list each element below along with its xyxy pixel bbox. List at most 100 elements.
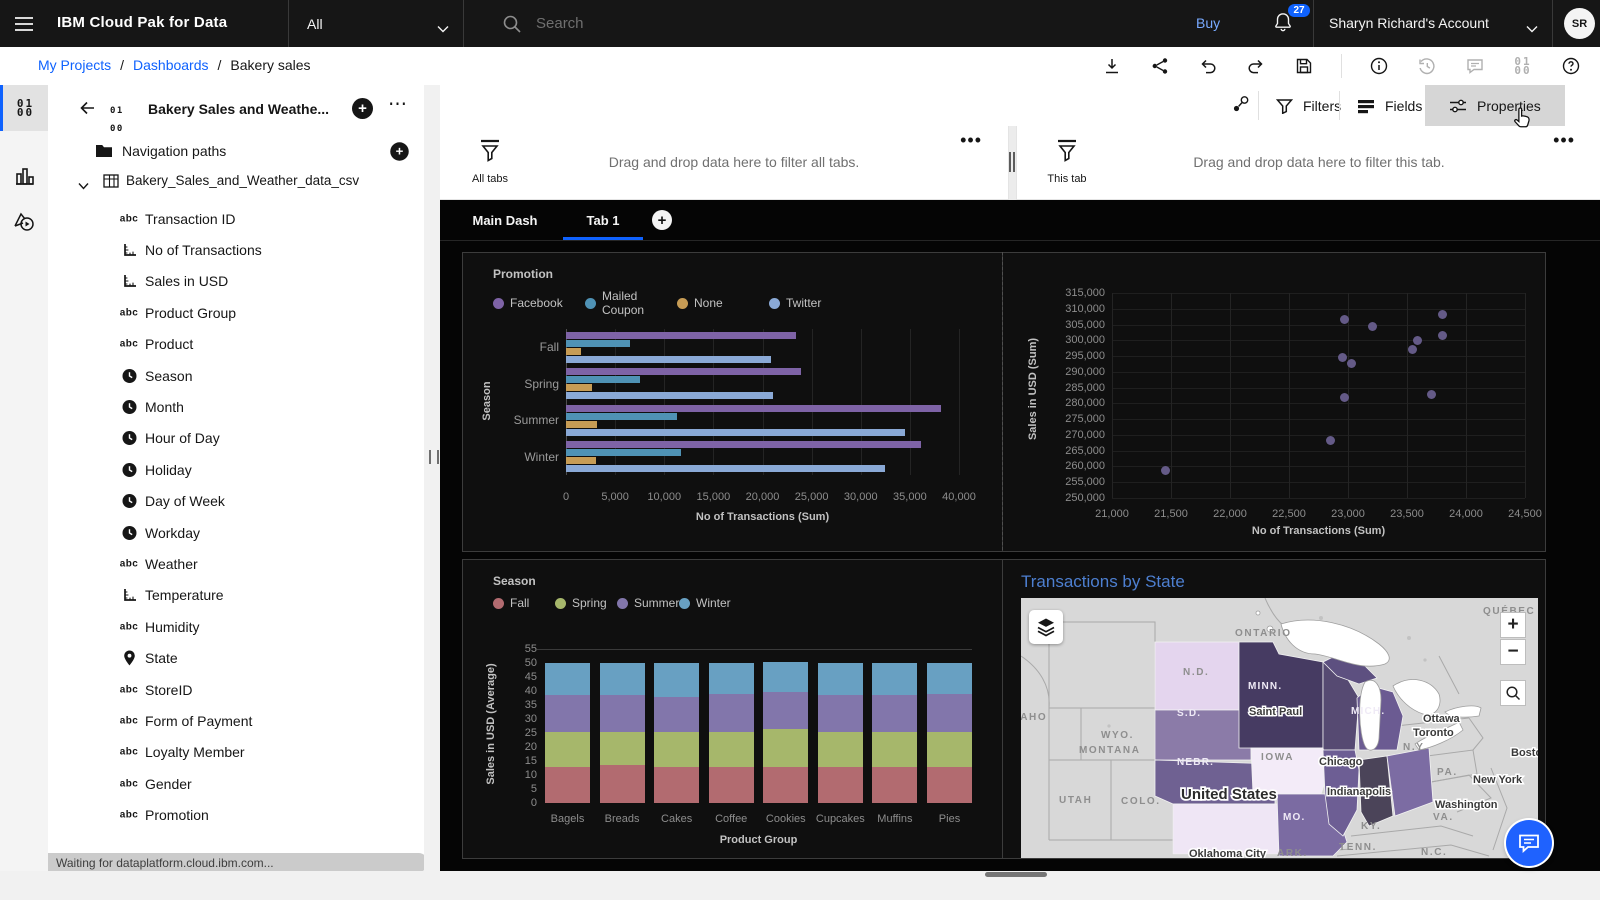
field-row-state[interactable]: State: [48, 642, 424, 673]
field-row-season[interactable]: Season: [48, 360, 424, 391]
information-button[interactable]: [1368, 55, 1390, 77]
add-data-source-button[interactable]: +: [352, 98, 373, 119]
field-row-workday[interactable]: Workday: [48, 517, 424, 548]
field-row-product[interactable]: abcProduct: [48, 329, 424, 360]
segment-summer[interactable]: [709, 694, 754, 732]
segment-summer[interactable]: [545, 695, 590, 731]
field-row-product-group[interactable]: abcProduct Group: [48, 297, 424, 328]
segment-winter[interactable]: [763, 662, 808, 693]
field-row-loyalty-member[interactable]: abcLoyalty Member: [48, 737, 424, 768]
bar-none-fall[interactable]: [566, 348, 581, 355]
segment-spring[interactable]: [654, 732, 699, 767]
bar-mailed-coupon-fall[interactable]: [566, 340, 630, 347]
search-scope-select[interactable]: All: [288, 0, 464, 47]
table-row[interactable]: Bakery_Sales_and_Weather_data_csv: [48, 169, 424, 195]
history-button[interactable]: [1416, 55, 1438, 77]
chat-fab-button[interactable]: [1506, 820, 1552, 866]
scatter-point[interactable]: [1427, 390, 1436, 399]
legend-item-twitter[interactable]: Twitter: [769, 289, 861, 317]
segment-spring[interactable]: [709, 732, 754, 767]
filters-button[interactable]: Filters: [1276, 85, 1341, 126]
stacked-column-muffins[interactable]: [872, 649, 917, 803]
bar-twitter-spring[interactable]: [566, 392, 773, 399]
account-menu[interactable]: Sharyn Richard's Account: [1329, 15, 1489, 31]
segment-winter[interactable]: [872, 663, 917, 695]
back-button[interactable]: [78, 99, 96, 122]
buy-link[interactable]: Buy: [1196, 15, 1220, 31]
panel-resize-handle[interactable]: [429, 450, 439, 464]
overflow-menu-button[interactable]: ⋯: [388, 93, 408, 116]
all-tabs-overflow-button[interactable]: •••: [960, 130, 982, 151]
segment-summer[interactable]: [654, 697, 699, 732]
segment-spring[interactable]: [927, 732, 972, 767]
rail-item-media[interactable]: [0, 199, 48, 245]
field-row-form-of-payment[interactable]: abcForm of Payment: [48, 705, 424, 736]
segment-fall[interactable]: [545, 767, 590, 803]
segment-summer[interactable]: [927, 694, 972, 732]
scatter-point[interactable]: [1340, 315, 1349, 324]
choropleth-map[interactable]: QUÉBECONTARIOMONTANAIDAHON.D.MINN.S.D.WY…: [1021, 598, 1538, 858]
bar-mailed-coupon-summer[interactable]: [566, 413, 677, 420]
this-tab-overflow-button[interactable]: •••: [1553, 130, 1575, 151]
widget-sales-by-product-group[interactable]: Season FallSpringSummerWinter Sales in U…: [462, 559, 1004, 859]
segment-summer[interactable]: [600, 695, 645, 731]
scatter-point[interactable]: [1408, 345, 1417, 354]
legend-item-none[interactable]: None: [677, 289, 769, 317]
all-tabs-filter-card[interactable]: All tabs Drag and drop data here to filt…: [440, 126, 1009, 200]
stacked-column-pies[interactable]: [927, 649, 972, 803]
widget-splitter[interactable]: [1002, 252, 1003, 550]
segment-fall[interactable]: [763, 767, 808, 803]
stacked-column-cupcakes[interactable]: [818, 649, 863, 803]
map-zoom-out-button[interactable]: −: [1500, 639, 1526, 665]
data-display-button[interactable]: 0100: [1512, 55, 1534, 77]
tab-main-dash[interactable]: Main Dash: [460, 200, 550, 240]
field-row-promotion[interactable]: abcPromotion: [48, 799, 424, 830]
chevron-down-icon[interactable]: [1526, 20, 1538, 38]
bar-none-summer[interactable]: [566, 421, 597, 428]
map-zoom-in-button[interactable]: +: [1500, 612, 1526, 638]
stacked-column-cookies[interactable]: [763, 649, 808, 803]
field-row-storeid[interactable]: abcStoreID: [48, 674, 424, 705]
widget-sales-vs-transactions[interactable]: Sales in USD (Sum) 250,000255,000260,000…: [1002, 252, 1546, 552]
scatter-point[interactable]: [1347, 359, 1356, 368]
save-button[interactable]: [1293, 55, 1315, 77]
help-button[interactable]: [1560, 55, 1582, 77]
field-row-month[interactable]: Month: [48, 391, 424, 422]
bar-none-winter[interactable]: [566, 457, 596, 464]
bar-facebook-spring[interactable]: [566, 368, 801, 375]
segment-fall[interactable]: [818, 767, 863, 803]
segment-summer[interactable]: [818, 695, 863, 731]
scatter-point[interactable]: [1338, 353, 1347, 362]
segment-winter[interactable]: [818, 663, 863, 695]
field-row-humidity[interactable]: abcHumidity: [48, 611, 424, 642]
connection-button[interactable]: [1232, 95, 1250, 118]
segment-fall[interactable]: [654, 767, 699, 803]
legend-item-winter[interactable]: Winter: [679, 596, 741, 610]
breadcrumb-my-projects[interactable]: My Projects: [38, 57, 111, 73]
tab-tab-1[interactable]: Tab 1: [563, 200, 643, 240]
widget-transactions-by-state[interactable]: Transactions by State: [1002, 559, 1546, 859]
state-shape-sd[interactable]: [1155, 710, 1251, 760]
segment-fall[interactable]: [709, 767, 754, 803]
bar-facebook-fall[interactable]: [566, 332, 796, 339]
segment-winter[interactable]: [545, 663, 590, 695]
segment-winter[interactable]: [654, 663, 699, 697]
scatter-point[interactable]: [1438, 310, 1447, 319]
scatter-point[interactable]: [1368, 322, 1377, 331]
undo-button[interactable]: [1197, 55, 1219, 77]
bar-facebook-summer[interactable]: [566, 405, 941, 412]
stacked-column-coffee[interactable]: [709, 649, 754, 803]
field-row-weather[interactable]: abcWeather: [48, 548, 424, 579]
legend-item-fall[interactable]: Fall: [493, 596, 555, 610]
scatter-point[interactable]: [1438, 331, 1447, 340]
legend-item-mailed-coupon[interactable]: Mailed Coupon: [585, 289, 677, 317]
scatter-point[interactable]: [1413, 336, 1422, 345]
stacked-column-bagels[interactable]: [545, 649, 590, 803]
avatar[interactable]: SR: [1564, 8, 1595, 39]
state-shape-ks[interactable]: [1173, 804, 1279, 854]
scatter-point[interactable]: [1326, 436, 1335, 445]
segment-spring[interactable]: [545, 732, 590, 767]
scatter-point[interactable]: [1161, 466, 1170, 475]
scatter-point[interactable]: [1340, 393, 1349, 402]
segment-spring[interactable]: [872, 732, 917, 767]
